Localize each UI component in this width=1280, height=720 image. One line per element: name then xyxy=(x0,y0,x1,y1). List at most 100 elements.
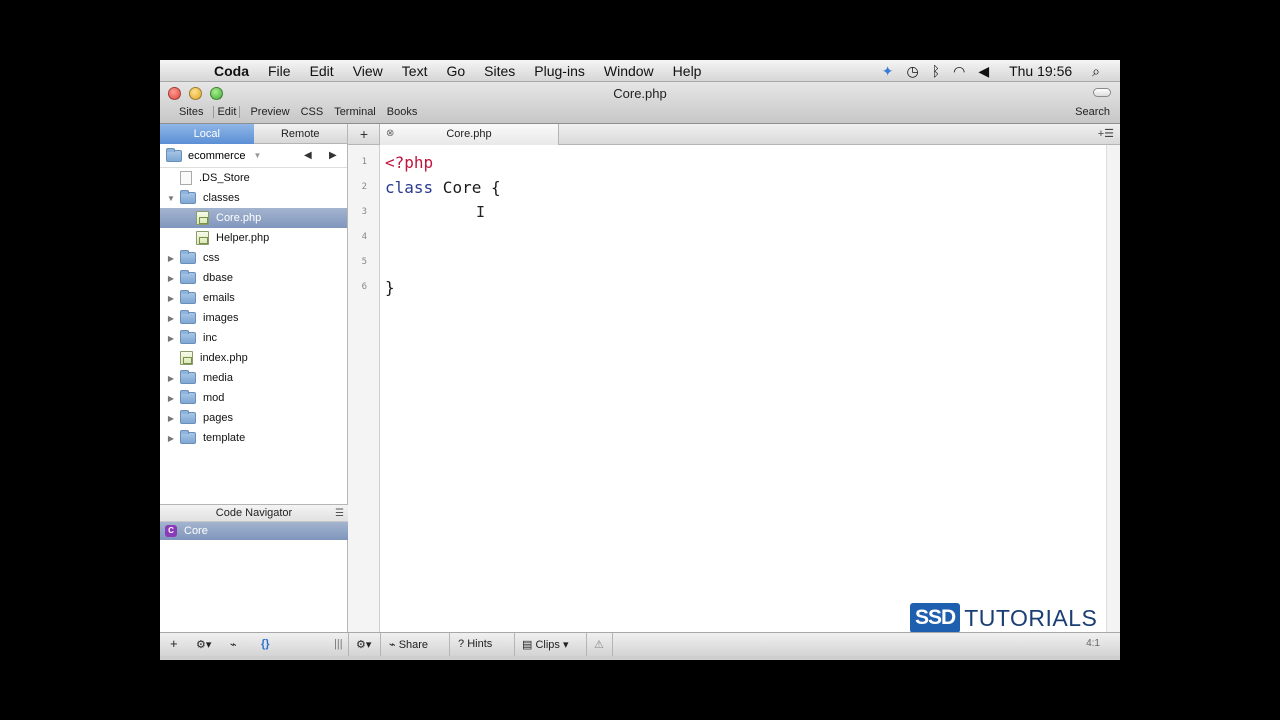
disclosure-closed-icon[interactable]: ▶ xyxy=(166,274,176,283)
list-icon[interactable]: ☰ xyxy=(335,505,344,522)
file-tree-item-label: images xyxy=(203,312,239,324)
folder-icon xyxy=(180,390,196,404)
forward-arrow-icon[interactable]: ▶ xyxy=(329,150,337,161)
file-tree-item[interactable]: ▶ images xyxy=(160,308,347,328)
mode-terminal[interactable]: Terminal xyxy=(333,106,377,118)
file-tree-item[interactable]: .DS_Store xyxy=(160,168,347,188)
resize-handle-icon[interactable]: ||| xyxy=(334,638,343,650)
divider xyxy=(612,633,613,657)
line-number: 5 xyxy=(361,257,367,267)
folder-icon xyxy=(180,290,196,304)
tab-options-icon[interactable]: +☰ xyxy=(1098,127,1114,140)
back-arrow-icon[interactable]: ◀ xyxy=(304,150,312,161)
code-line-2: class Core { xyxy=(385,178,501,197)
file-tree-item[interactable]: ▶ media xyxy=(160,368,347,388)
menu-bar: Coda File Edit View Text Go Sites Plug-i… xyxy=(160,60,1120,82)
code-editor[interactable]: <?php class Core { } I xyxy=(380,145,1106,632)
folder-icon xyxy=(180,330,196,344)
file-tree-item-label: .DS_Store xyxy=(199,172,250,184)
file-tree-item[interactable]: ▶ mod xyxy=(160,388,347,408)
file-tree-item[interactable]: Helper.php xyxy=(160,228,347,248)
editor-gear-icon[interactable]: ⚙▾ xyxy=(356,638,371,651)
file-tree-item[interactable]: ▶ pages xyxy=(160,408,347,428)
line-number: 1 xyxy=(361,157,367,167)
menu-plugins[interactable]: Plug-ins xyxy=(534,63,585,79)
volume-icon[interactable]: ◀ xyxy=(978,63,989,80)
hints-button[interactable]: ? Hints xyxy=(458,638,492,650)
gear-menu-icon[interactable]: ⚙▾ xyxy=(196,638,211,651)
file-tree-item[interactable]: ▼ classes xyxy=(160,188,347,208)
file-tree-item[interactable]: Core.php xyxy=(160,208,347,228)
disclosure-closed-icon[interactable]: ▶ xyxy=(166,294,176,303)
code-navigator-header: Code Navigator ☰ xyxy=(160,504,348,522)
php-file-icon xyxy=(196,231,209,245)
add-file-button[interactable]: + xyxy=(170,636,178,651)
file-tree: .DS_Store ▼ classes Core.php Helper.php ▶ css ▶… xyxy=(160,168,347,448)
question-icon: ? xyxy=(458,638,465,650)
bluetooth-icon[interactable]: ᛒ xyxy=(932,63,940,79)
mode-edit[interactable]: Edit xyxy=(213,106,241,118)
document-tab[interactable]: ⊗ Core.php xyxy=(379,124,559,145)
dropbox-icon[interactable]: ✦ xyxy=(882,63,894,80)
vertical-scrollbar[interactable] xyxy=(1106,145,1120,632)
time-machine-icon[interactable]: ◷ xyxy=(906,63,918,80)
window-bottom-edge xyxy=(160,656,1120,660)
chevron-down-icon[interactable]: ▼ xyxy=(253,151,261,160)
disclosure-closed-icon[interactable]: ▶ xyxy=(166,434,176,443)
navigator-item[interactable]: C Core xyxy=(160,522,348,540)
file-tree-item[interactable]: ▶ template xyxy=(160,428,347,448)
divider xyxy=(449,633,450,657)
sync-icon[interactable]: {} xyxy=(261,638,270,650)
code-navigator-title: Code Navigator xyxy=(215,507,293,519)
mode-sites[interactable]: Sites xyxy=(178,106,204,118)
menu-edit[interactable]: Edit xyxy=(310,63,334,79)
mode-css[interactable]: CSS xyxy=(300,106,325,118)
spotlight-icon[interactable]: ⌕ xyxy=(1092,63,1100,80)
menu-text[interactable]: Text xyxy=(402,63,428,79)
menu-sites[interactable]: Sites xyxy=(484,63,515,79)
file-tree-item[interactable]: ▶ inc xyxy=(160,328,347,348)
class-icon: C xyxy=(165,525,177,537)
folder-icon xyxy=(180,250,196,264)
publish-icon[interactable]: ⌁ xyxy=(230,638,237,651)
menu-help[interactable]: Help xyxy=(673,63,702,79)
menu-view[interactable]: View xyxy=(353,63,383,79)
file-tree-item[interactable]: ▶ emails xyxy=(160,288,347,308)
file-tree-item[interactable]: index.php xyxy=(160,348,347,368)
cursor-position: 4:1 xyxy=(1086,638,1100,649)
clips-button[interactable]: ▤ Clips ▾ xyxy=(522,638,569,651)
folder-icon xyxy=(180,370,196,384)
disclosure-closed-icon[interactable]: ▶ xyxy=(166,314,176,323)
disclosure-closed-icon[interactable]: ▶ xyxy=(166,394,176,403)
file-tree-item-label: mod xyxy=(203,392,225,404)
text-cursor-icon: I xyxy=(476,203,486,221)
search-button[interactable]: Search xyxy=(1075,106,1110,118)
ssd-tutorials-logo: SSD TUTORIALS xyxy=(910,603,1097,633)
warning-icon[interactable]: ⚠ xyxy=(594,638,604,651)
disclosure-open-icon[interactable]: ▼ xyxy=(166,194,176,203)
file-tree-item[interactable]: ▶ dbase xyxy=(160,268,347,288)
clock[interactable]: Thu 19:56 xyxy=(1009,63,1072,79)
disclosure-closed-icon[interactable]: ▶ xyxy=(166,334,176,343)
tab-local[interactable]: Local xyxy=(160,124,254,144)
disclosure-closed-icon[interactable]: ▶ xyxy=(166,374,176,383)
share-button[interactable]: ⌁ Share xyxy=(389,638,428,651)
mode-books[interactable]: Books xyxy=(386,106,419,118)
menu-window[interactable]: Window xyxy=(604,63,654,79)
folder-icon xyxy=(180,310,196,324)
file-tree-item-label: template xyxy=(203,432,246,444)
disclosure-closed-icon[interactable]: ▶ xyxy=(166,414,176,423)
toolbar-toggle-button[interactable] xyxy=(1093,88,1111,97)
wifi-icon[interactable]: ◠ xyxy=(953,63,965,80)
file-tree-item[interactable]: ▶ css xyxy=(160,248,347,268)
mode-preview[interactable]: Preview xyxy=(249,106,290,118)
menu-app[interactable]: Coda xyxy=(214,63,249,79)
site-selector[interactable]: ecommerce ▼ ◀ ▶ xyxy=(160,144,347,168)
tab-remote[interactable]: Remote xyxy=(253,124,347,144)
sidebar-tabs: Local Remote xyxy=(160,124,347,144)
menu-file[interactable]: File xyxy=(268,63,291,79)
new-tab-button[interactable]: + xyxy=(356,126,372,142)
disclosure-closed-icon[interactable]: ▶ xyxy=(166,254,176,263)
menu-go[interactable]: Go xyxy=(446,63,465,79)
code-line-6: } xyxy=(385,278,395,297)
